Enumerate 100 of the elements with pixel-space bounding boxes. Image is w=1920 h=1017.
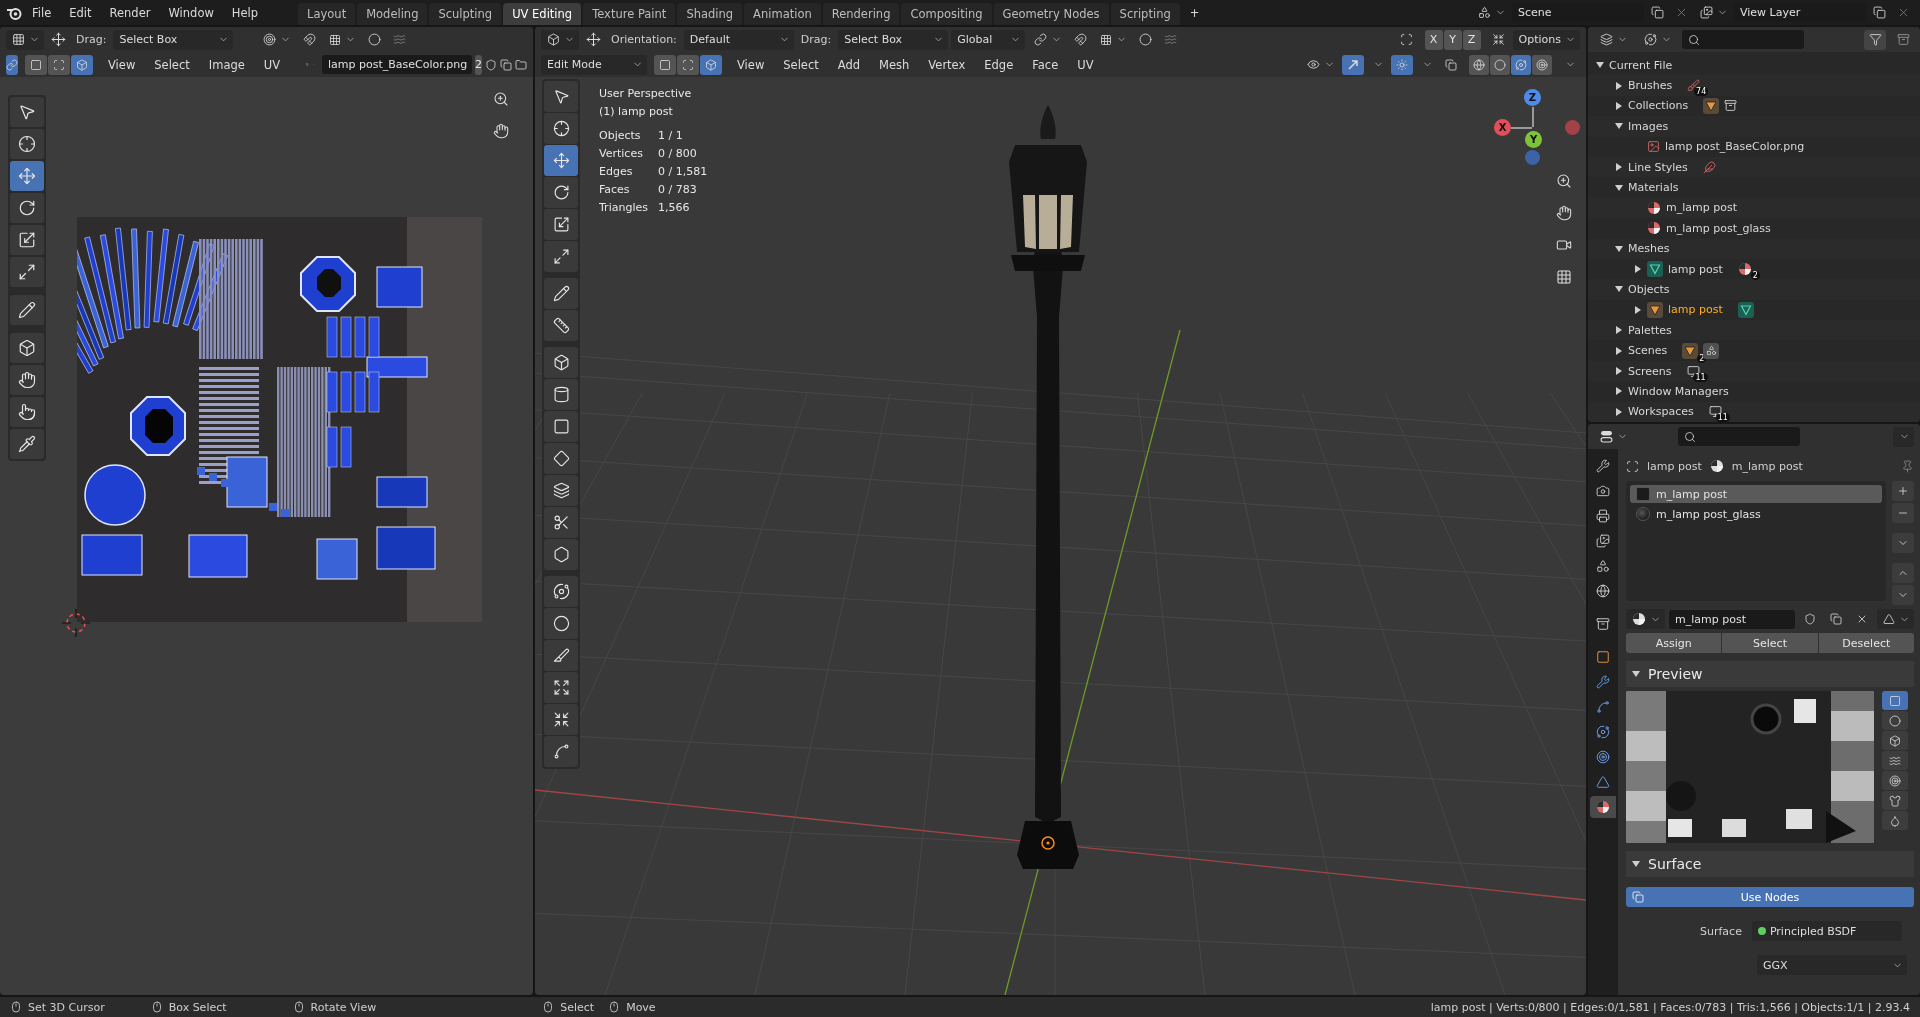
workspace-tab[interactable]: Scripting bbox=[1110, 3, 1180, 25]
menu-item[interactable]: Edit bbox=[61, 2, 100, 23]
surface-label: Surface bbox=[1700, 924, 1742, 938]
workspace-tab[interactable]: Animation bbox=[744, 3, 821, 25]
breadcrumb-item: m_lamp post bbox=[1731, 459, 1803, 473]
axis-toggle[interactable]: Z bbox=[1462, 29, 1481, 50]
status-hint: Set 3D Cursor bbox=[28, 1000, 105, 1014]
outliner-item[interactable]: m_lamp post bbox=[1666, 201, 1737, 215]
stat-label: Triangles bbox=[599, 200, 648, 216]
outliner-item[interactable]: Materials bbox=[1628, 181, 1679, 195]
status-hint: Move bbox=[626, 1000, 656, 1014]
action-button[interactable]: Deselect bbox=[1818, 633, 1914, 653]
axis-button[interactable]: Z bbox=[1524, 89, 1541, 106]
outliner-item[interactable]: m_lamp post_glass bbox=[1666, 221, 1771, 235]
outliner-item[interactable]: Window Managers bbox=[1628, 384, 1729, 398]
status-stats: lamp post | Verts:0/800 | Edges:0/1,581 | Faces:0/783 | Tris:1,566 | Objects:1/1 | 2.93.4 bbox=[1430, 1000, 1910, 1014]
outliner-item[interactable]: Meshes bbox=[1628, 242, 1670, 256]
options-dropdown[interactable]: Options bbox=[1512, 29, 1580, 50]
outliner-item[interactable]: Objects bbox=[1628, 283, 1670, 296]
menu-item[interactable]: Window bbox=[160, 2, 222, 23]
axis-toggle[interactable]: Y bbox=[1443, 29, 1462, 50]
panel-header[interactable]: Surface bbox=[1626, 851, 1914, 877]
menu-item[interactable]: Help bbox=[223, 2, 267, 23]
menu-item[interactable]: View bbox=[100, 54, 144, 75]
panel-header[interactable]: Preview bbox=[1626, 661, 1914, 687]
count-badge: 2 bbox=[1750, 271, 1760, 281]
use-nodes-button[interactable]: Use Nodes bbox=[1626, 887, 1914, 907]
outliner-item[interactable]: lamp post bbox=[1668, 262, 1723, 276]
workspace-tab[interactable]: Shading bbox=[677, 3, 743, 25]
axis-toggle[interactable]: X bbox=[1424, 29, 1443, 50]
outliner-item[interactable]: Collections bbox=[1628, 99, 1689, 113]
menu-item[interactable]: Select bbox=[775, 54, 827, 75]
menu-item[interactable]: View bbox=[729, 54, 773, 75]
breadcrumb-item: lamp post bbox=[1647, 459, 1702, 473]
workspace-tab[interactable]: Compositing bbox=[901, 3, 992, 25]
outliner-item[interactable]: Palettes bbox=[1628, 323, 1672, 337]
material-name-field[interactable]: m_lamp post bbox=[1669, 609, 1795, 629]
orientation-label: Orientation: bbox=[610, 33, 678, 46]
drag-label: Drag: bbox=[75, 33, 108, 46]
workspace-tab[interactable]: Modeling bbox=[357, 3, 428, 25]
orientation-dropdown[interactable]: Default bbox=[683, 29, 794, 50]
add-workspace-button[interactable]: + bbox=[1181, 2, 1208, 23]
menu-item[interactable]: UV bbox=[255, 54, 289, 75]
outliner-item[interactable]: Scenes bbox=[1628, 344, 1668, 358]
stat-label: Objects bbox=[599, 128, 642, 144]
view-name: User Perspective bbox=[599, 86, 693, 102]
workspace-tab[interactable]: Sculpting bbox=[429, 3, 502, 25]
status-hint: Select bbox=[560, 1000, 595, 1014]
stat-value: 1,566 bbox=[657, 200, 691, 216]
workspace-tab[interactable]: Geometry Nodes bbox=[993, 3, 1109, 25]
menu-item[interactable]: Mesh bbox=[871, 54, 918, 75]
outliner-item[interactable]: Workspaces bbox=[1628, 405, 1694, 419]
users-count[interactable]: 2 bbox=[475, 54, 482, 75]
distribution-dropdown[interactable]: GGX bbox=[1757, 955, 1907, 975]
outliner-item[interactable]: Images bbox=[1628, 119, 1669, 133]
menu-item[interactable]: Face bbox=[1024, 54, 1067, 75]
status-hint: Rotate View bbox=[310, 1000, 377, 1014]
count-badge: 74 bbox=[1694, 87, 1709, 97]
surface-shader-field[interactable]: Principled BSDF bbox=[1751, 921, 1902, 941]
drag-label: Drag: bbox=[799, 33, 833, 46]
mode-dropdown[interactable]: Edit Mode bbox=[541, 54, 647, 75]
image-name-field[interactable]: lamp post_BaseColor.png bbox=[322, 55, 472, 74]
status-hint: Box Select bbox=[168, 1000, 227, 1014]
object-name: (1) lamp post bbox=[599, 104, 674, 120]
stat-label: Vertices bbox=[599, 146, 644, 162]
outliner-item[interactable]: lamp post bbox=[1668, 303, 1723, 317]
material-slot[interactable]: m_lamp post bbox=[1630, 485, 1882, 503]
stat-value: 1 / 1 bbox=[657, 128, 684, 144]
menu-item[interactable]: UV bbox=[1069, 54, 1102, 75]
outliner-item[interactable]: Screens bbox=[1628, 364, 1672, 378]
drag-dropdown[interactable]: Select Box bbox=[838, 29, 949, 50]
menu-item[interactable]: Render bbox=[101, 2, 159, 23]
axis-button[interactable]: X bbox=[1494, 119, 1511, 136]
outliner-item[interactable]: Current File bbox=[1609, 58, 1673, 72]
menu-item[interactable]: File bbox=[24, 2, 60, 23]
stat-value: 0 / 800 bbox=[657, 146, 698, 162]
action-button[interactable]: Assign bbox=[1626, 633, 1722, 653]
stat-value: 0 / 1,581 bbox=[657, 164, 708, 180]
workspace-tab[interactable]: Texture Paint bbox=[583, 3, 676, 25]
scene-field[interactable]: Scene bbox=[1512, 3, 1644, 22]
outliner-item[interactable]: Line Styles bbox=[1628, 160, 1688, 174]
transform-orientation-dropdown[interactable]: Global bbox=[951, 29, 1026, 50]
workspace-tab[interactable]: Layout bbox=[298, 3, 356, 25]
action-button[interactable]: Select bbox=[1722, 633, 1818, 653]
menu-item[interactable]: Select bbox=[146, 54, 198, 75]
workspace-tab[interactable]: Rendering bbox=[822, 3, 900, 25]
outliner-item[interactable]: Brushes bbox=[1628, 79, 1673, 93]
stat-label: Edges bbox=[599, 164, 634, 180]
menu-item[interactable]: Vertex bbox=[920, 54, 974, 75]
material-slot[interactable]: m_lamp post_glass bbox=[1630, 505, 1882, 523]
count-badge: 11 bbox=[1693, 372, 1708, 382]
menu-item[interactable]: Add bbox=[829, 54, 869, 75]
outliner-item[interactable]: lamp post_BaseColor.png bbox=[1665, 140, 1805, 154]
drag-dropdown[interactable]: Select Box bbox=[113, 29, 234, 50]
menu-item[interactable]: Edge bbox=[976, 54, 1022, 75]
view-layer-field[interactable]: View Layer bbox=[1734, 3, 1866, 22]
axis-button[interactable]: Y bbox=[1525, 131, 1542, 148]
stat-value: 0 / 783 bbox=[657, 182, 698, 198]
workspace-tab[interactable]: UV Editing bbox=[503, 3, 582, 25]
menu-item[interactable]: Image bbox=[200, 54, 253, 75]
